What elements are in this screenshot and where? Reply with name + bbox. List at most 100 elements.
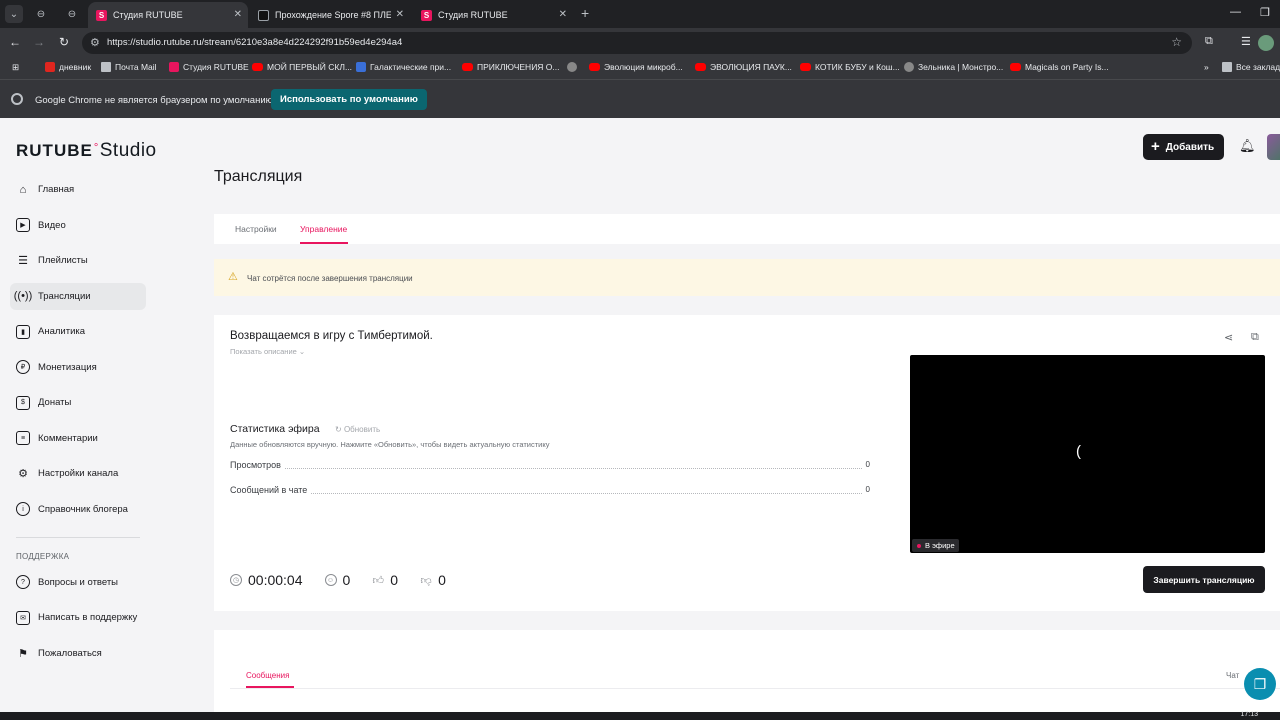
sidebar-item-monetization[interactable]: ₽ Монетизация [10,354,146,381]
refresh-button[interactable]: ↻ Обновить [335,425,380,434]
forward-icon[interactable]: → [31,35,47,49]
youtube-icon [589,63,600,71]
back-icon[interactable]: ← [7,35,23,49]
close-icon[interactable]: ✕ [234,9,242,20]
bookmark-item[interactable]: Студия RUTUBE [169,62,249,72]
bookmark-item[interactable]: ПРИКЛЮЧЕНИЯ О... [462,62,560,72]
browser-tab-1[interactable]: S Студия RUTUBE ✕ [88,2,248,28]
sidebar-item-analytics[interactable]: ▮ Аналитика [10,318,146,345]
sidebar-item-home[interactable]: ⌂ Главная [10,176,146,203]
donation-icon: $ [16,395,30,410]
youtube-icon [462,63,473,71]
reload-icon[interactable]: ↻ [56,35,72,49]
restore-icon[interactable]: ❐ [1260,6,1270,19]
add-button[interactable]: + Добавить [1143,134,1225,160]
apps-grid-icon[interactable]: ⊞ [12,62,19,73]
sidebar-item-broadcasts[interactable]: ((•)) Трансляции [10,282,146,310]
broadcast-icon: ((•)) [13,290,33,302]
thumbs-up-icon: 👍︎ [372,574,385,587]
sidebar-item-video[interactable]: ▶ Видео [10,212,146,239]
tab-management[interactable]: Управление [300,224,347,234]
bookmark-favicon-icon [101,62,111,72]
share-icon[interactable]: ⋖ [1224,331,1233,344]
sidebar-item-label: Трансляции [38,290,91,302]
playlist-icon: ☰ [18,255,28,267]
sidebar-item-faq[interactable]: ? Вопросы и ответы [10,569,146,596]
new-tab-icon[interactable]: + [581,6,589,20]
os-taskbar: 17:13 [0,711,1280,720]
rutube-favicon-icon: S [96,9,107,21]
sidebar-item-playlists[interactable]: ☰ Плейлисты [10,247,146,274]
menu-list-icon[interactable]: ☰ [1241,35,1251,48]
external-link-icon[interactable]: ⧉ [1251,331,1259,344]
show-description-toggle[interactable]: Показать описание ⌄ [230,347,305,356]
site-info-icon[interactable]: ⚙ [90,36,100,49]
profile-avatar[interactable] [1258,35,1274,51]
extensions-icon[interactable]: ⧉ [1205,35,1213,48]
tab-search-icon[interactable]: ⌄ [5,5,23,23]
browser-toolbar: ← → ↻ ⚙ https://studio.rutube.ru/stream/… [0,28,1280,58]
chat-card: Сообщения Чат [214,630,1280,712]
minimize-icon[interactable]: — [1230,6,1241,18]
tab-group-icon[interactable]: ⊖ [32,5,50,23]
sidebar-item-blogger-guide[interactable]: i Справочник блогера [10,496,146,523]
bookmark-label: Галактические при... [370,62,452,72]
refresh-icon: ↻ [335,425,342,434]
sidebar-item-label: Донаты [38,397,72,408]
sidebar-item-report[interactable]: ⚑ Пожаловаться [10,640,146,667]
tab-chat[interactable]: Чат [1226,671,1239,680]
browser-tab-2[interactable]: Прохождение Spore #8 ПЛЕМ ✕ [250,2,410,28]
address-bar[interactable]: ⚙ https://studio.rutube.ru/stream/6210e3… [82,32,1192,54]
rutube-studio-logo[interactable]: RUTUBE ° Studio [16,140,157,162]
end-broadcast-button[interactable]: Завершить трансляцию [1143,566,1265,593]
question-icon: ? [16,575,30,589]
url-text[interactable]: https://studio.rutube.ru/stream/6210e3a8… [107,37,402,48]
flag-icon: ⚑ [18,647,28,660]
chevron-right-icon[interactable]: » [1204,62,1209,72]
bookmark-item[interactable]: Галактические при... [356,62,451,72]
warning-text: Чат сотрётся после завершения трансляции [247,274,413,283]
bookmark-item[interactable]: Зельника | Монстро... [904,62,1003,72]
sidebar: ⌂ Главная ▶ Видео ☰ Плейлисты ((•)) Трансляц… [10,176,146,675]
tab-messages[interactable]: Сообщения [246,671,289,680]
bell-icon[interactable]: 🔔︎ [1239,138,1256,154]
stats-title: Статистика эфира [230,423,320,435]
all-bookmarks[interactable]: Все закладки [1222,62,1280,72]
sidebar-item-label: Главная [38,184,75,195]
sidebar-item-label: Комментарии [38,432,98,444]
bookmark-item[interactable]: КОТИК БУБУ и Кош... [800,62,900,72]
sidebar-item-channel-settings[interactable]: ⚙ Настройки канала [10,460,146,487]
bookmark-item[interactable]: Почта Mail [101,62,157,72]
bookmark-item[interactable]: ЭВОЛЮЦИЯ ПАУК... [695,62,792,72]
bookmark-item[interactable]: дневник [45,62,91,72]
sidebar-item-label: Плейлисты [38,255,88,266]
browser-tab-3[interactable]: S Студия RUTUBE ✕ [413,2,573,28]
support-chat-button[interactable]: ❐ [1244,668,1276,700]
bookmark-item[interactable]: Эволюция микроб... [589,62,683,72]
sidebar-item-donations[interactable]: $ Донаты [10,389,146,416]
stream-preview-player[interactable]: ( В эфире [910,355,1265,553]
bookmark-item[interactable]: Magicals on Party Is... [1010,62,1109,72]
sidebar-item-write-support[interactable]: ✉ Написать в поддержку [10,604,146,631]
stat-label: Просмотров [230,460,284,470]
warning-icon: ⚠ [228,271,238,283]
bookmark-item[interactable]: МОЙ ПЕРВЫЙ СКЛ... [252,62,352,72]
avatar[interactable] [1267,134,1280,160]
bookmark-star-icon[interactable]: ☆ [1171,35,1182,49]
close-icon[interactable]: ✕ [396,9,404,20]
sidebar-item-label: Вопросы и ответы [38,576,119,588]
home-icon: ⌂ [19,183,27,196]
bookmark-label: Студия RUTUBE [183,62,249,72]
sidebar-item-comments[interactable]: ≡ Комментарии [10,425,146,452]
dotted-leader [230,493,870,494]
set-default-button[interactable]: Использовать по умолчанию [271,89,427,110]
close-icon[interactable]: ✕ [559,9,567,20]
bookmark-item[interactable] [567,62,581,72]
page-tabs: Настройки Управление [214,214,1280,244]
tab-settings[interactable]: Настройки [235,224,277,234]
plus-icon: + [1151,138,1160,155]
tab-group-icon-2[interactable]: ⊖ [63,5,81,23]
tab-title: Прохождение Spore #8 ПЛЕМ [275,10,391,20]
sidebar-item-label: Видео [38,219,66,231]
gear-icon: ⚙ [18,468,28,480]
